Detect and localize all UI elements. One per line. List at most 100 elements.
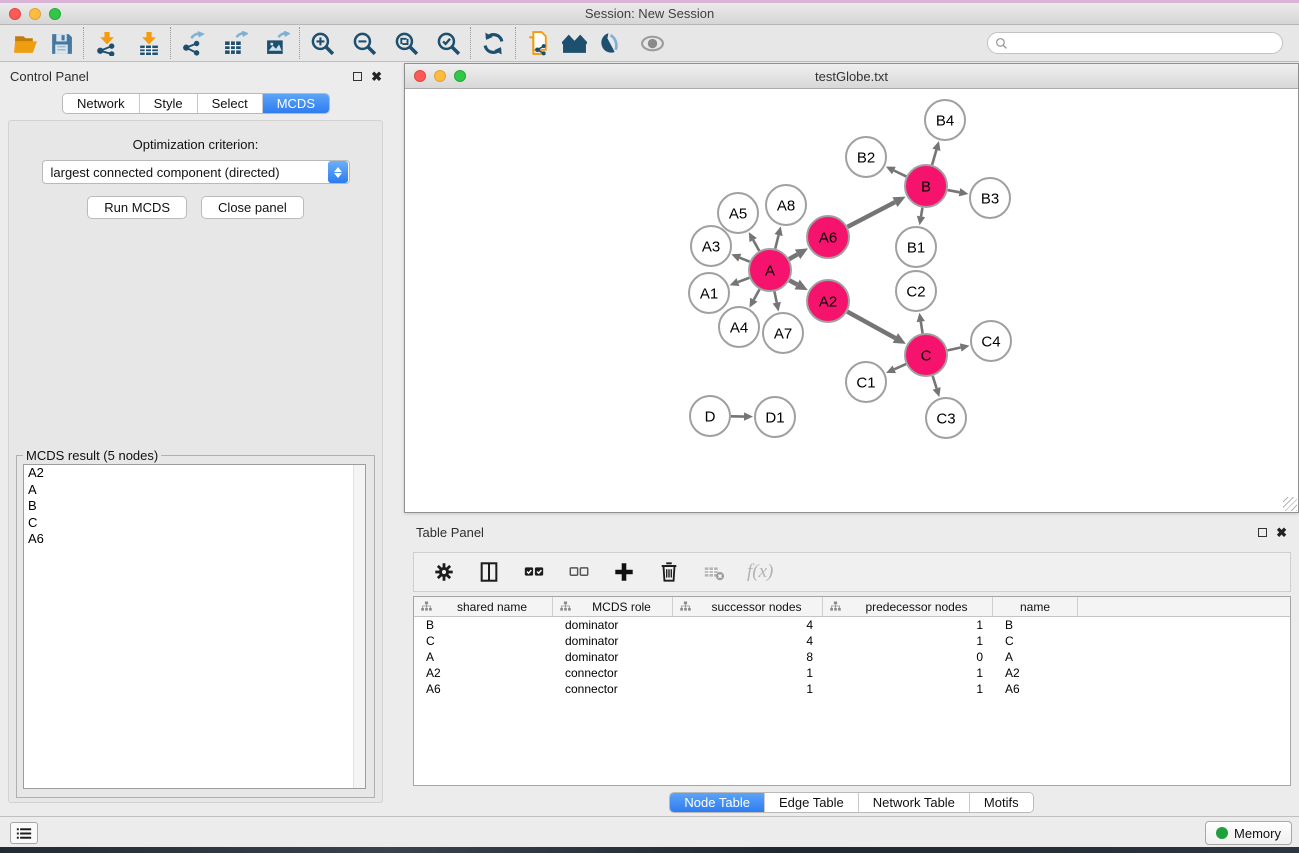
tab-network[interactable]: Network [63,94,140,113]
zoom-selected-icon[interactable] [433,28,463,58]
search-input[interactable] [1008,34,1282,52]
graph-edge[interactable] [933,376,937,388]
column-header[interactable]: MCDS role [553,597,673,616]
mcds-result-list[interactable]: A2ABCA6 [23,464,366,789]
graph-node-a4[interactable]: A4 [719,307,759,347]
network-analyzer-icon[interactable] [559,28,589,58]
split-columns-icon[interactable] [477,560,501,584]
graph-edge[interactable] [921,322,923,334]
task-history-button[interactable] [10,822,38,844]
table-cell[interactable]: A6 [993,682,1078,696]
tab-mcds[interactable]: MCDS [263,94,329,113]
search-field[interactable] [987,32,1283,54]
graph-edge[interactable] [948,348,961,351]
deselect-all-icon[interactable] [567,560,591,584]
import-table-icon[interactable] [133,28,163,58]
graph-node-a1[interactable]: A1 [689,273,729,313]
graph-edge[interactable] [754,289,760,299]
import-network-icon[interactable] [91,28,121,58]
export-table-icon[interactable] [220,28,250,58]
open-folder-icon[interactable] [10,28,40,58]
table-cell[interactable]: 1 [673,682,823,696]
graph-node-a[interactable]: A [749,249,791,291]
tab-style[interactable]: Style [140,94,198,113]
table-cell[interactable]: 1 [823,618,993,632]
table-cell[interactable]: 1 [823,682,993,696]
gear-icon[interactable] [432,560,456,584]
graph-node-a7[interactable]: A7 [763,313,803,353]
graph-node-c3[interactable]: C3 [926,398,966,438]
graph-node-d[interactable]: D [690,396,730,436]
table-row[interactable]: Adominator80A [414,649,1290,665]
graph-node-b4[interactable]: B4 [925,100,965,140]
graph-node-b[interactable]: B [905,165,947,207]
close-panel-button[interactable]: Close panel [201,196,304,219]
table-tab-edge-table[interactable]: Edge Table [765,793,859,812]
export-network-icon[interactable] [178,28,208,58]
graph-edge[interactable] [847,312,895,338]
table-cell[interactable]: 4 [673,634,823,648]
select-all-icon[interactable] [522,560,546,584]
show-hide-icon[interactable] [637,28,667,58]
run-mcds-button[interactable]: Run MCDS [87,196,187,219]
tab-select[interactable]: Select [198,94,263,113]
close-panel-icon[interactable]: ✖ [371,72,382,81]
refresh-icon[interactable] [478,28,508,58]
trash-icon[interactable] [657,560,681,584]
table-cell[interactable]: dominator [553,618,673,632]
table-row[interactable]: Cdominator41C [414,633,1290,649]
result-list-item[interactable]: A2 [24,465,365,482]
graph-node-c1[interactable]: C1 [846,362,886,402]
result-list-scrollbar[interactable] [353,465,365,788]
table-cell[interactable]: dominator [553,650,673,664]
graph-edge[interactable] [848,202,895,227]
result-list-item[interactable]: B [24,498,365,515]
graph-edge[interactable] [740,258,750,262]
column-header[interactable]: shared name [414,597,553,616]
table-cell[interactable]: connector [553,682,673,696]
graph-node-c4[interactable]: C4 [971,321,1011,361]
style-icon[interactable] [595,28,625,58]
graph-edge[interactable] [738,278,749,282]
table-cell[interactable]: B [993,618,1078,632]
graph-edge[interactable] [774,292,776,303]
graph-node-a5[interactable]: A5 [718,193,758,233]
table-cell[interactable]: 1 [823,666,993,680]
column-header[interactable]: name [993,597,1078,616]
table-cell[interactable]: C [993,634,1078,648]
graph-edge[interactable] [932,150,936,165]
table-cell[interactable]: A2 [414,666,553,680]
column-header[interactable]: successor nodes [673,597,823,616]
zoom-fit-icon[interactable] [391,28,421,58]
criterion-dropdown[interactable]: largest connected component (directed) [42,160,350,184]
function-builder-icon[interactable]: f(x) [747,561,773,583]
table-cell[interactable]: 0 [823,650,993,664]
table-cell[interactable]: 1 [823,634,993,648]
table-cell[interactable]: A6 [414,682,553,696]
table-tab-network-table[interactable]: Network Table [859,793,970,812]
graph-edge[interactable] [753,240,759,251]
graph-edge[interactable] [921,208,922,217]
column-header[interactable]: predecessor nodes [823,597,993,616]
table-cell[interactable]: connector [553,666,673,680]
table-cell[interactable]: 4 [673,618,823,632]
graph-node-a8[interactable]: A8 [766,185,806,225]
export-image-icon[interactable] [262,28,292,58]
table-tab-node-table[interactable]: Node Table [670,793,765,812]
table-row[interactable]: A2connector11A2 [414,665,1290,681]
zoom-in-icon[interactable] [307,28,337,58]
table-tab-motifs[interactable]: Motifs [970,793,1033,812]
table-cell[interactable]: B [414,618,553,632]
table-cell[interactable]: A [414,650,553,664]
delete-table-icon[interactable] [702,560,726,584]
memory-button[interactable]: Memory [1205,821,1292,845]
add-icon[interactable] [612,560,636,584]
resize-grip-icon[interactable] [1283,497,1297,511]
table-cell[interactable]: C [414,634,553,648]
graph-edge[interactable] [894,364,906,369]
result-list-item[interactable]: A6 [24,531,365,548]
graph-node-b3[interactable]: B3 [970,178,1010,218]
graph-node-b1[interactable]: B1 [896,227,936,267]
table-float-icon[interactable] [1258,528,1267,537]
graph-edge[interactable] [775,235,778,249]
